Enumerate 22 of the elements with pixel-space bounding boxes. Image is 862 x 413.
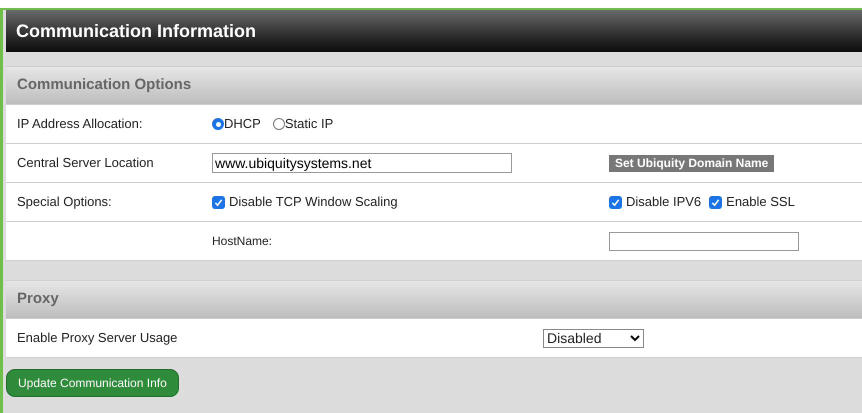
chevron-down-icon	[630, 334, 640, 342]
hostname-input[interactable]	[609, 232, 799, 250]
checkbox[interactable]: Enable SSL	[709, 192, 795, 212]
checkmark-icon	[611, 198, 620, 206]
section-header: Communication Options	[6, 66, 862, 105]
proxy-select[interactable]: Disabled	[543, 328, 644, 348]
checkmark-icon	[711, 198, 720, 206]
page-title: Communication Information	[16, 20, 256, 42]
field-label: Central Server Location	[16, 154, 155, 172]
section-header: Proxy	[6, 280, 862, 319]
server-input[interactable]: www.ubiquitysystems.net	[212, 153, 512, 173]
field-label: IP Address Allocation:	[16, 115, 144, 134]
field-label: Special Options:	[16, 193, 113, 212]
radio-option[interactable]: DHCP	[212, 114, 261, 134]
radio-option[interactable]: Static IP	[272, 114, 334, 134]
checkmark-icon	[214, 198, 223, 206]
update-button[interactable]: Update Communication Info	[6, 369, 179, 397]
checkbox[interactable]: Disable IPV6	[609, 192, 702, 212]
set-domain-button[interactable]: Set Ubiquity Domain Name	[609, 154, 774, 172]
field-label: HostName:	[212, 233, 274, 250]
checkbox[interactable]: Disable TCP Window Scaling	[212, 192, 609, 212]
field-label: Enable Proxy Server Usage	[16, 329, 178, 348]
